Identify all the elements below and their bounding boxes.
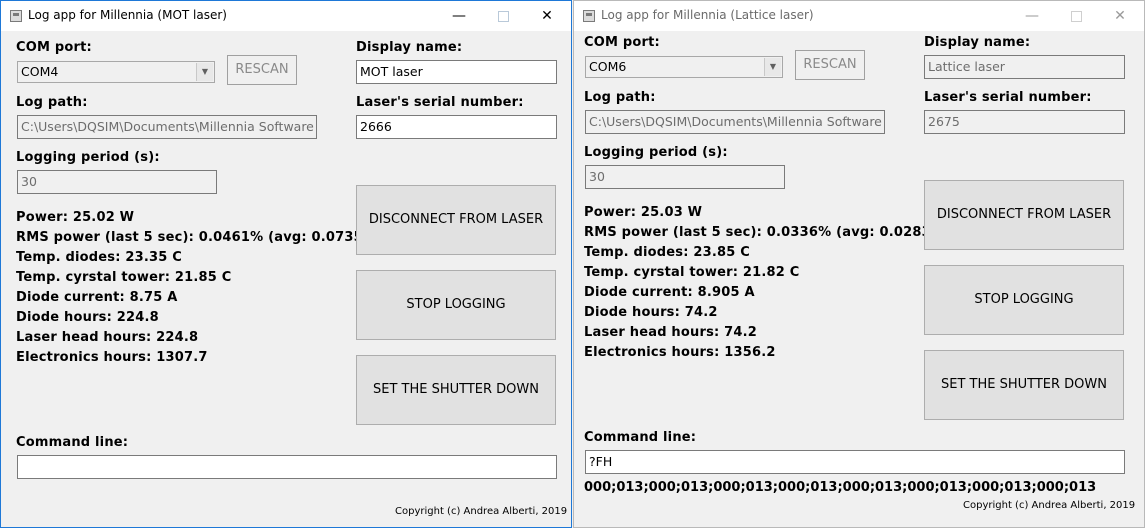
stop-logging-button[interactable]: STOP LOGGING <box>924 265 1124 335</box>
com-port-value: COM6 <box>589 59 627 74</box>
title-bar[interactable]: Log app for Millennia (Lattice laser) — … <box>574 1 1144 31</box>
display-name-input[interactable]: MOT laser <box>356 60 557 84</box>
copyright-text: Copyright (c) Andrea Alberti, 2019 <box>395 506 568 517</box>
logging-period-label: Logging period (s): <box>584 145 728 160</box>
command-output: 000;013;000;013;000;013;000;013;000;013;… <box>584 480 1097 495</box>
shutter-button[interactable]: SET THE SHUTTER DOWN <box>356 355 556 425</box>
display-name-label: Display name: <box>356 40 463 55</box>
com-port-label: COM port: <box>16 40 92 55</box>
serial-number-input[interactable]: 2666 <box>356 115 557 139</box>
display-name-label: Display name: <box>924 35 1031 50</box>
minimize-button[interactable]: — <box>1010 1 1054 31</box>
stat-power: Power: 25.03 W <box>584 205 703 220</box>
command-line-input[interactable] <box>17 455 557 479</box>
shutter-button[interactable]: SET THE SHUTTER DOWN <box>924 350 1124 420</box>
log-path-label: Log path: <box>16 95 88 110</box>
close-button[interactable]: ✕ <box>1098 1 1142 31</box>
rescan-button[interactable]: RESCAN <box>795 50 865 80</box>
window-lattice-laser[interactable]: Log app for Millennia (Lattice laser) — … <box>573 0 1145 528</box>
stat-rms-power: RMS power (last 5 sec): 0.0336% (avg: 0.… <box>584 225 951 240</box>
stat-temp-diodes: Temp. diodes: 23.85 C <box>584 245 750 260</box>
command-line-label: Command line: <box>584 430 697 445</box>
chevron-down-icon[interactable]: ▼ <box>764 58 781 76</box>
maximize-button[interactable] <box>1054 1 1098 31</box>
command-line-label: Command line: <box>16 435 129 450</box>
com-port-value: COM4 <box>21 64 59 79</box>
stop-logging-button[interactable]: STOP LOGGING <box>356 270 556 340</box>
minimize-button[interactable]: — <box>437 1 481 31</box>
app-icon <box>10 10 22 22</box>
serial-number-label: Laser's serial number: <box>924 90 1092 105</box>
app-icon <box>583 10 595 22</box>
logging-period-label: Logging period (s): <box>16 150 160 165</box>
stat-electronics-hours: Electronics hours: 1307.7 <box>16 350 208 365</box>
window-mot-laser[interactable]: Log app for Millennia (MOT laser) — ✕ CO… <box>0 0 572 528</box>
disconnect-button[interactable]: DISCONNECT FROM LASER <box>356 185 556 255</box>
stat-temp-crystal-tower: Temp. cyrstal tower: 21.85 C <box>16 270 232 285</box>
stat-laser-head-hours: Laser head hours: 224.8 <box>16 330 199 345</box>
command-line-input[interactable]: ?FH <box>585 450 1125 474</box>
stat-rms-power: RMS power (last 5 sec): 0.0461% (avg: 0.… <box>16 230 383 245</box>
com-port-select[interactable]: COM4 ▼ <box>17 61 215 83</box>
chevron-down-icon[interactable]: ▼ <box>196 63 213 81</box>
title-bar[interactable]: Log app for Millennia (MOT laser) — ✕ <box>1 1 571 31</box>
stat-laser-head-hours: Laser head hours: 74.2 <box>584 325 758 340</box>
logging-period-input[interactable]: 30 <box>585 165 785 189</box>
logging-period-input[interactable]: 30 <box>17 170 217 194</box>
window-title: Log app for Millennia (MOT laser) <box>28 8 227 22</box>
rescan-button[interactable]: RESCAN <box>227 55 297 85</box>
stat-power: Power: 25.02 W <box>16 210 135 225</box>
maximize-icon <box>1070 10 1082 22</box>
window-title: Log app for Millennia (Lattice laser) <box>601 8 814 22</box>
serial-number-label: Laser's serial number: <box>356 95 524 110</box>
maximize-icon <box>497 10 509 22</box>
com-port-select[interactable]: COM6 ▼ <box>585 56 783 78</box>
log-path-input[interactable]: C:\Users\DQSIM\Documents\Millennia Softw… <box>17 115 317 139</box>
log-path-input[interactable]: C:\Users\DQSIM\Documents\Millennia Softw… <box>585 110 885 134</box>
close-button[interactable]: ✕ <box>525 1 569 31</box>
serial-number-input[interactable]: 2675 <box>924 110 1125 134</box>
stat-diode-current: Diode current: 8.905 A <box>584 285 755 300</box>
stat-diode-hours: Diode hours: 224.8 <box>16 310 159 325</box>
com-port-label: COM port: <box>584 35 660 50</box>
disconnect-button[interactable]: DISCONNECT FROM LASER <box>924 180 1124 250</box>
stat-diode-current: Diode current: 8.75 A <box>16 290 178 305</box>
stat-diode-hours: Diode hours: 74.2 <box>584 305 718 320</box>
stat-electronics-hours: Electronics hours: 1356.2 <box>584 345 776 360</box>
stat-temp-diodes: Temp. diodes: 23.35 C <box>16 250 182 265</box>
copyright-text: Copyright (c) Andrea Alberti, 2019 <box>963 500 1136 511</box>
display-name-input[interactable]: Lattice laser <box>924 55 1125 79</box>
log-path-label: Log path: <box>584 90 656 105</box>
stat-temp-crystal-tower: Temp. cyrstal tower: 21.82 C <box>584 265 800 280</box>
maximize-button[interactable] <box>481 1 525 31</box>
